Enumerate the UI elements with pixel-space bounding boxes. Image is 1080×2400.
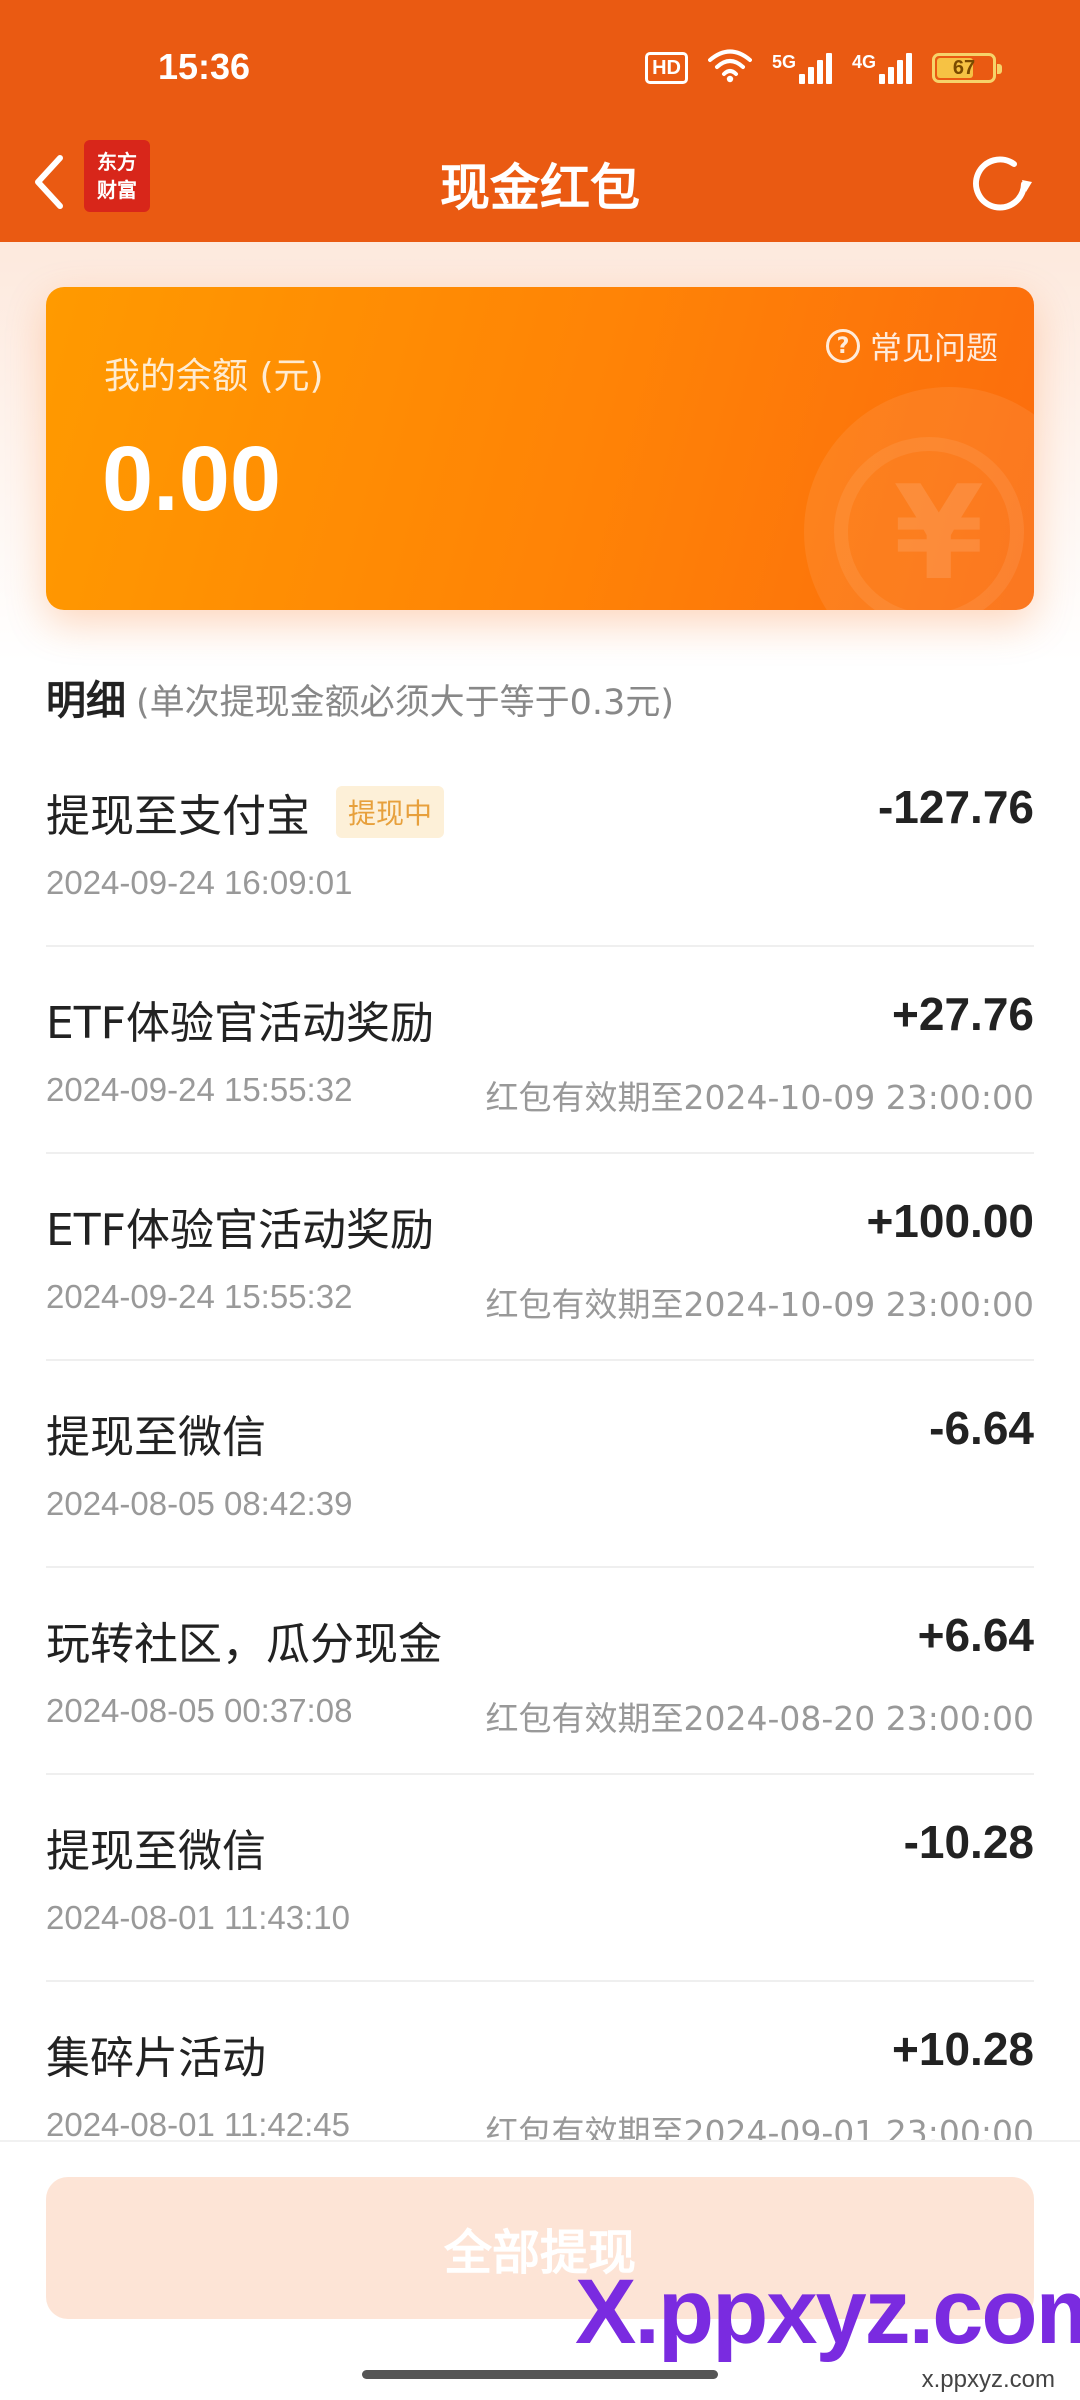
item-amount: -6.64 bbox=[929, 1402, 1034, 1454]
status-bar: 15:36 HD 5G 4G 67 bbox=[0, 0, 1080, 130]
item-expiry: 红包有效期至2024-10-09 23:00:00 bbox=[485, 1078, 1034, 1117]
item-date: 2024-09-24 15:55:32 bbox=[46, 1278, 353, 1315]
item-expiry: 红包有效期至2024-08-20 23:00:00 bbox=[485, 1699, 1034, 1738]
status-time: 15:36 bbox=[158, 46, 251, 87]
item-date: 2024-08-01 11:43:10 bbox=[46, 1899, 350, 1936]
list-item[interactable]: ETF体验官活动奖励 +100.00 2024-09-24 15:55:32 红… bbox=[46, 1154, 1034, 1361]
item-amount: +10.28 bbox=[892, 2023, 1034, 2075]
item-amount: +100.00 bbox=[866, 1195, 1034, 1247]
item-title: ETF体验官活动奖励 bbox=[46, 998, 434, 1049]
app-header: 东方 财富 现金红包 bbox=[0, 130, 1080, 242]
wifi-icon bbox=[707, 49, 752, 87]
item-amount: -127.76 bbox=[877, 781, 1034, 833]
list-item[interactable]: ETF体验官活动奖励 +27.76 2024-09-24 15:55:32 红包… bbox=[46, 947, 1034, 1154]
item-date: 2024-08-05 08:42:39 bbox=[46, 1485, 353, 1522]
item-amount: +6.64 bbox=[917, 1609, 1034, 1661]
status-badge: 提现中 bbox=[336, 786, 445, 838]
hd-voice-icon: HD bbox=[645, 52, 688, 84]
item-expiry: 红包有效期至2024-10-09 23:00:00 bbox=[485, 1285, 1034, 1324]
site-watermark: X.ppxyz.com x.ppxyz.com bbox=[575, 2220, 1080, 2393]
page-title: 现金红包 bbox=[440, 159, 640, 217]
item-title: 提现至微信 bbox=[46, 1412, 266, 1463]
refresh-button[interactable] bbox=[960, 144, 1040, 224]
item-title: 提现至支付宝 bbox=[46, 791, 310, 842]
item-title: 提现至微信 bbox=[46, 1826, 266, 1877]
yen-watermark-icon: ¥ bbox=[893, 457, 984, 609]
balance-value: 0.00 bbox=[102, 428, 282, 530]
balance-label: 我的余额 (元) bbox=[104, 356, 324, 397]
item-title: 集碎片活动 bbox=[46, 2033, 266, 2084]
item-title: ETF体验官活动奖励 bbox=[46, 1205, 434, 1256]
status-icons: HD 5G 4G 67 bbox=[645, 48, 1002, 88]
list-item[interactable]: 提现至微信 -6.64 2024-08-05 08:42:39 bbox=[46, 1361, 1034, 1568]
faq-label: 常见问题 bbox=[869, 329, 998, 367]
item-date: 2024-08-05 00:37:08 bbox=[46, 1692, 353, 1729]
list-item[interactable]: 提现至微信 -10.28 2024-08-01 11:43:10 bbox=[46, 1775, 1034, 1982]
signal-5g-icon: 5G bbox=[772, 52, 832, 84]
transaction-list: 提现至支付宝 提现中 -127.76 2024-09-24 16:09:01 E… bbox=[46, 740, 1034, 2189]
battery-icon: 67 bbox=[932, 53, 1002, 83]
list-item[interactable]: 玩转社区，瓜分现金 +6.64 2024-08-05 00:37:08 红包有效… bbox=[46, 1568, 1034, 1775]
balance-card: ¥ ? 常见问题 我的余额 (元) 0.00 bbox=[46, 287, 1034, 610]
watermark-logo: X.ppxyz.com bbox=[575, 2261, 1080, 2363]
watermark-url: x.ppxyz.com bbox=[921, 2366, 1055, 2393]
detail-header: 明细 (单次提现金额必须大于等于0.3元) bbox=[46, 668, 674, 726]
detail-subtitle: (单次提现金额必须大于等于0.3元) bbox=[136, 683, 674, 723]
item-date: 2024-09-24 15:55:32 bbox=[46, 1071, 353, 1108]
refresh-icon bbox=[973, 156, 1032, 211]
item-date: 2024-08-01 11:42:45 bbox=[46, 2106, 350, 2143]
top-bar: 15:36 HD 5G 4G 67 东方 财富 现金红包 bbox=[0, 0, 1080, 242]
item-amount: +27.76 bbox=[892, 988, 1034, 1040]
detail-title: 明细 bbox=[46, 678, 126, 724]
signal-4g-icon: 4G bbox=[852, 52, 912, 84]
question-icon: ? bbox=[825, 329, 860, 363]
item-amount: -10.28 bbox=[903, 1816, 1034, 1868]
item-date: 2024-09-24 16:09:01 bbox=[46, 864, 353, 901]
item-title: 玩转社区，瓜分现金 bbox=[46, 1619, 442, 1670]
list-item[interactable]: 提现至支付宝 提现中 -127.76 2024-09-24 16:09:01 bbox=[46, 740, 1034, 947]
faq-link[interactable]: ? 常见问题 bbox=[825, 323, 998, 369]
